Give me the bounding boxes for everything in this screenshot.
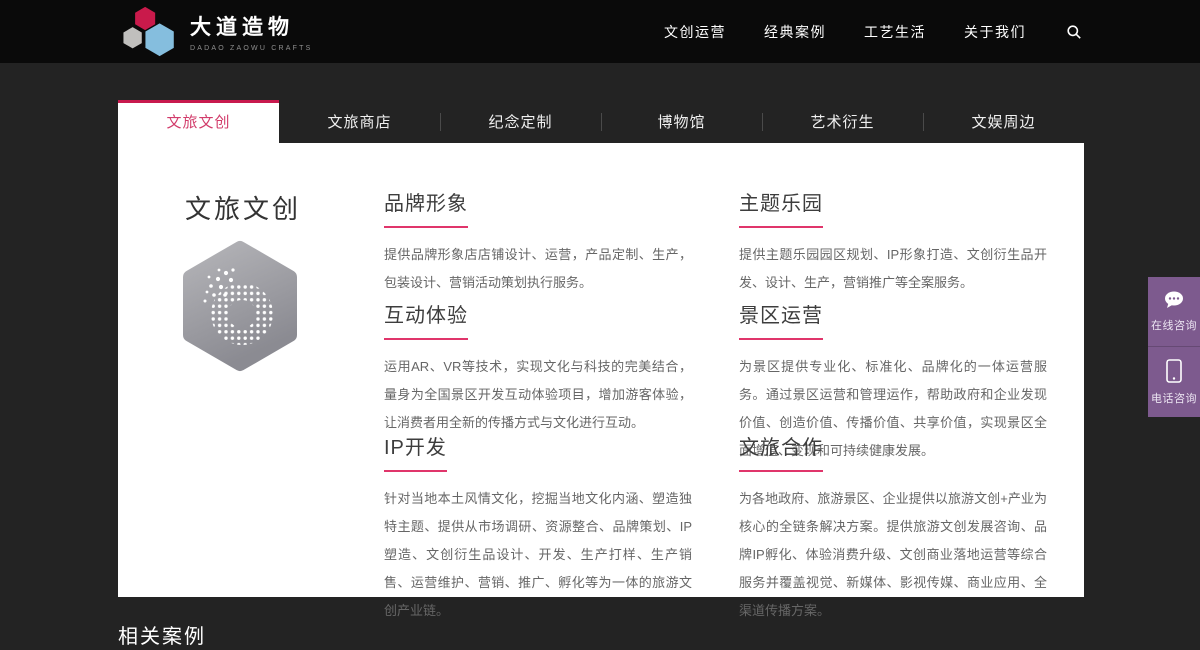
brand-subtitle: DADAO ZAOWU CRAFTS	[190, 45, 312, 52]
brand-logo[interactable]: 大道造物 DADAO ZAOWU CRAFTS	[118, 5, 312, 59]
main-nav: 文创运营 经典案例 工艺生活 关于我们	[626, 22, 1082, 42]
section-body: 运用AR、VR等技术，实现文化与科技的完美结合，量身为全国景区开发互动体验项目，…	[384, 353, 692, 437]
phone-consult-label: 电话咨询	[1151, 390, 1197, 406]
phone-consult-button[interactable]: 电话咨询	[1148, 347, 1200, 417]
logo-hexagons-icon	[118, 5, 180, 59]
section-heading[interactable]: IP开发	[384, 431, 447, 472]
search-button[interactable]	[1066, 24, 1082, 40]
related-cases-heading: 相关案例	[118, 620, 206, 649]
section-body: 提供品牌形象店店铺设计、运营，产品定制、生产，包装设计、营销活动策划执行服务。	[384, 241, 692, 297]
online-consult-button[interactable]: 在线咨询	[1148, 277, 1200, 347]
side-contact-widgets: 在线咨询 电话咨询	[1148, 277, 1200, 417]
service-section: 互动体验 运用AR、VR等技术，实现文化与科技的完美结合，量身为全国景区开发互动…	[384, 299, 692, 437]
content-panel: 文旅文创 品牌形象 提供品牌形象店店铺设计、运营，产品定制、生产，包装设计、	[118, 143, 1084, 597]
category-tab[interactable]: 博物馆	[601, 100, 762, 143]
category-tab[interactable]: 纪念定制	[440, 100, 601, 143]
service-section: 主题乐园 提供主题乐园园区规划、IP形象打造、文创衍生品开发、设计、生产，营销推…	[739, 187, 1047, 297]
brand-title: 大道造物	[190, 11, 312, 41]
phone-icon	[1166, 359, 1182, 383]
category-tab[interactable]: 文旅商店	[279, 100, 440, 143]
nav-item[interactable]: 经典案例	[764, 24, 826, 40]
chat-bubble-icon	[1163, 290, 1185, 310]
logo-text: 大道造物 DADAO ZAOWU CRAFTS	[190, 11, 312, 52]
section-body: 针对当地本土风情文化，挖掘当地文化内涵、塑造独特主题、提供从市场调研、资源整合、…	[384, 485, 692, 625]
nav-item[interactable]: 工艺生活	[864, 24, 926, 40]
nav-item[interactable]: 文创运营	[664, 24, 726, 40]
nav-items: 文创运营 经典案例 工艺生活 关于我们	[626, 22, 1026, 42]
category-tab[interactable]: 文娱周边	[923, 100, 1084, 143]
section-heading[interactable]: 主题乐园	[739, 187, 823, 228]
panel-title: 文旅文创	[118, 189, 368, 226]
online-consult-label: 在线咨询	[1151, 317, 1197, 333]
category-tab[interactable]: 艺术衍生	[762, 100, 923, 143]
service-section: 品牌形象 提供品牌形象店店铺设计、运营，产品定制、生产，包装设计、营销活动策划执…	[384, 187, 692, 297]
category-tab[interactable]: 文旅文创	[118, 100, 279, 143]
section-body: 提供主题乐园园区规划、IP形象打造、文创衍生品开发、设计、生产，营销推广等全案服…	[739, 241, 1047, 297]
header: 大道造物 DADAO ZAOWU CRAFTS 文创运营 经典案例 工艺生活 关于我们	[0, 0, 1200, 63]
section-heading[interactable]: 景区运营	[739, 299, 823, 340]
category-tabbar: 文旅文创文旅商店纪念定制博物馆艺术衍生文娱周边	[118, 100, 1084, 143]
service-section: 文旅合作 为各地政府、旅游景区、企业提供以旅游文创+产业为核心的全链条解决方案。…	[739, 431, 1047, 625]
section-body: 为各地政府、旅游景区、企业提供以旅游文创+产业为核心的全链条解决方案。提供旅游文…	[739, 485, 1047, 625]
section-heading[interactable]: 文旅合作	[739, 431, 823, 472]
nav-item[interactable]: 关于我们	[964, 24, 1026, 40]
search-icon	[1066, 24, 1082, 40]
section-heading[interactable]: 品牌形象	[384, 187, 468, 228]
section-heading[interactable]: 互动体验	[384, 299, 468, 340]
dotted-hexagon-icon	[178, 239, 302, 373]
service-section: IP开发 针对当地本土风情文化，挖掘当地文化内涵、塑造独特主题、提供从市场调研、…	[384, 431, 692, 625]
